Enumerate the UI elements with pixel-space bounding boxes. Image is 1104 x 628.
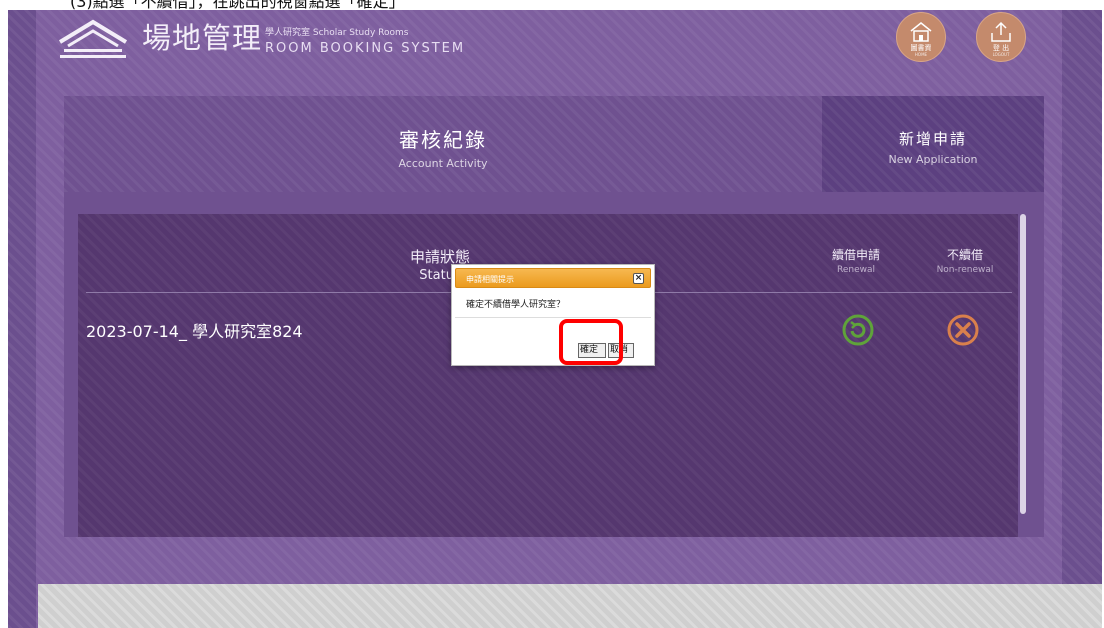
logout-button[interactable]: 登 出 LOGOUT <box>976 12 1026 62</box>
logout-button-label-en: LOGOUT <box>992 52 1010 57</box>
non-renewal-column-header: 不續借 Non-renewal <box>920 246 1010 275</box>
panel-scrollbar[interactable] <box>1020 214 1026 514</box>
logout-icon <box>991 21 1011 42</box>
booking-row-label: 2023-07-14_ 學人研究室824 <box>86 322 303 341</box>
app-subtitle-en: ROOM BOOKING SYSTEM <box>265 41 466 56</box>
tab-account-activity[interactable]: 審核紀錄 Account Activity <box>64 96 822 192</box>
building-logo-icon <box>58 19 128 58</box>
confirm-dialog: 申請相關提示 × 確定不續借學人研究室？ 確定 取消 <box>451 264 655 366</box>
renew-icon[interactable] <box>841 313 875 347</box>
highlight-annotation <box>559 319 623 365</box>
right-edge-strip <box>1062 10 1102 628</box>
non-renewal-header-cn: 不續借 <box>946 248 983 262</box>
close-icon[interactable]: × <box>633 273 644 284</box>
logout-button-label: 登 出 <box>992 44 1010 52</box>
tab-label-en: Account Activity <box>398 157 488 170</box>
app-title: 場地管理 <box>142 21 263 55</box>
dialog-message: 確定不續借學人研究室？ <box>466 300 566 310</box>
non-renewal-header-en: Non-renewal <box>936 265 994 275</box>
tab-new-application[interactable]: 新增申請 New Application <box>822 96 1044 192</box>
tab-label: 審核紀錄 <box>399 128 487 152</box>
library-home-button[interactable]: 圖書資 HOME <box>896 12 946 62</box>
app-subtitle: 學人研究室 Scholar Study Rooms <box>265 28 409 38</box>
renewal-header-en: Renewal <box>836 265 875 275</box>
page-caption: (3)點選「不續借」，在跳出的視窗點選「確定」 <box>70 0 405 10</box>
renewal-header-cn: 續借申請 <box>831 248 880 262</box>
dialog-title: 申請相關提示 <box>466 275 514 284</box>
cancel-circle-icon[interactable] <box>946 313 980 347</box>
renewal-column-header: 續借申請 Renewal <box>826 246 886 275</box>
tab-label: 新增申請 <box>898 130 967 148</box>
left-edge-strip <box>8 10 36 628</box>
home-icon <box>910 22 932 42</box>
library-button-label: 圖書資 <box>910 44 932 52</box>
dialog-separator <box>455 317 651 318</box>
dialog-header: 申請相關提示 × <box>455 268 651 288</box>
tab-label-en: New Application <box>888 153 978 166</box>
library-button-label-en: HOME <box>914 52 928 57</box>
footer-bar <box>38 584 1102 628</box>
